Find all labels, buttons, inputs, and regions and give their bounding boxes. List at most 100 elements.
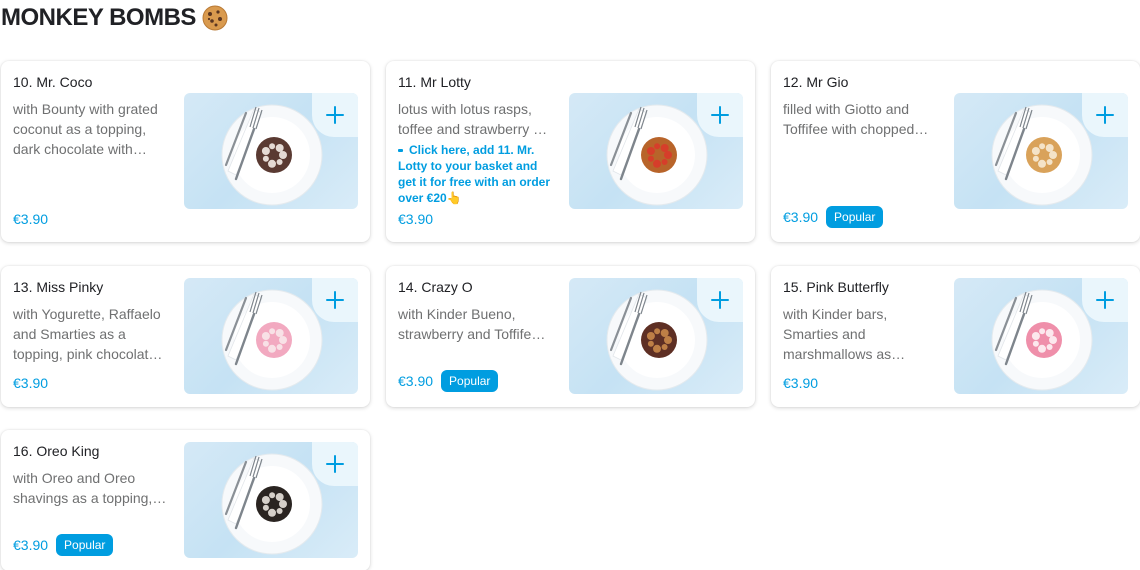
item-name: 10. Mr. Coco bbox=[13, 74, 93, 90]
topping-shape bbox=[262, 504, 269, 511]
topping-shape bbox=[261, 147, 270, 155]
topping-shape bbox=[276, 344, 283, 350]
add-to-basket-button[interactable] bbox=[697, 93, 743, 137]
topping-shape bbox=[261, 332, 270, 340]
item-image bbox=[954, 93, 1128, 209]
topping-shape bbox=[279, 151, 287, 159]
price-row: €3.90 bbox=[13, 375, 48, 391]
topping-shape bbox=[646, 332, 655, 340]
item-description: lotus with lotus rasps, toffee and straw… bbox=[398, 101, 548, 137]
topping-shape bbox=[1046, 344, 1053, 350]
item-description: filled with Giotto and Toffifee with cho… bbox=[783, 101, 929, 137]
topping-shape bbox=[268, 159, 276, 168]
topping-shape bbox=[1045, 144, 1054, 152]
topping-shape bbox=[269, 492, 276, 499]
item-price: €3.90 bbox=[783, 209, 819, 225]
popular-badge: Popular bbox=[441, 370, 499, 392]
item-description: with Yogurette, Raffaelo and Smarties as… bbox=[13, 306, 163, 362]
item-description: with Oreo and Oreo shavings as a topping… bbox=[13, 470, 167, 506]
item-description: with Kinder Bueno, strawberry and Toffif… bbox=[398, 306, 546, 342]
topping-shape bbox=[269, 328, 276, 335]
item-name: 14. Crazy O bbox=[398, 279, 473, 295]
price-row: €3.90 bbox=[398, 211, 433, 227]
item-price: €3.90 bbox=[13, 375, 49, 391]
menu-item-card[interactable]: 16. Oreo King with Oreo and Oreo shaving… bbox=[1, 430, 370, 570]
popular-badge: Popular bbox=[826, 206, 884, 228]
topping-shape bbox=[275, 493, 284, 501]
item-price: €3.90 bbox=[783, 375, 819, 391]
topping-shape bbox=[1032, 155, 1039, 162]
price-row: €3.90 bbox=[783, 375, 818, 391]
promo-link[interactable]: Click here, add 11. Mr. Lotty to your ba… bbox=[398, 142, 558, 206]
item-price: €3.90 bbox=[13, 537, 49, 553]
section-title-text: MONKEY BOMBS bbox=[1, 4, 196, 31]
menu-item-card[interactable]: 10. Mr. Coco with Bounty with grated coc… bbox=[1, 61, 370, 242]
topping-shape bbox=[1038, 159, 1046, 168]
price-row: €3.90 Popular bbox=[783, 206, 884, 228]
topping-shape bbox=[654, 328, 661, 335]
topping-shape bbox=[1031, 332, 1040, 340]
topping-shape bbox=[276, 159, 283, 165]
topping-shape bbox=[269, 143, 276, 150]
topping-shape bbox=[1032, 340, 1039, 347]
menu-item-card[interactable]: 13. Miss Pinky with Yogurette, Raffaelo … bbox=[1, 266, 370, 407]
item-image bbox=[569, 278, 743, 394]
topping-shape bbox=[664, 151, 672, 159]
item-name: 16. Oreo King bbox=[13, 443, 100, 459]
topping-shape bbox=[268, 344, 276, 353]
item-name: 15. Pink Butterfly bbox=[783, 279, 889, 295]
popular-badge: Popular bbox=[56, 534, 114, 556]
plus-icon bbox=[326, 106, 344, 124]
topping-shape bbox=[275, 144, 284, 152]
topping-shape bbox=[647, 340, 654, 347]
topping-shape bbox=[660, 329, 669, 337]
menu-item-card[interactable]: 15. Pink Butterfly with Kinder bars, Sma… bbox=[771, 266, 1140, 407]
item-image bbox=[184, 278, 358, 394]
topping-shape bbox=[279, 336, 287, 344]
plus-icon bbox=[326, 455, 344, 473]
topping-shape bbox=[653, 344, 661, 353]
topping-shape bbox=[647, 155, 654, 162]
add-to-basket-button[interactable] bbox=[312, 278, 358, 322]
price-row: €3.90 bbox=[13, 211, 48, 227]
topping-shape bbox=[275, 329, 284, 337]
promo-text: Click here, add 11. Mr. Lotty to your ba… bbox=[398, 143, 551, 205]
menu-item-card[interactable]: 11. Mr Lotty lotus with lotus rasps, tof… bbox=[386, 61, 755, 242]
item-price: €3.90 bbox=[398, 211, 434, 227]
plus-icon bbox=[711, 291, 729, 309]
topping-shape bbox=[1039, 328, 1046, 335]
plus-icon bbox=[326, 291, 344, 309]
topping-shape bbox=[261, 496, 270, 504]
item-image bbox=[569, 93, 743, 209]
topping-shape bbox=[262, 340, 269, 347]
topping-shape bbox=[1045, 329, 1054, 337]
topping-shape bbox=[276, 508, 283, 514]
add-to-basket-button[interactable] bbox=[312, 93, 358, 137]
add-to-basket-button[interactable] bbox=[1082, 278, 1128, 322]
topping-shape bbox=[646, 147, 655, 155]
item-image bbox=[954, 278, 1128, 394]
price-row: €3.90 Popular bbox=[398, 370, 499, 392]
menu-item-card[interactable]: 14. Crazy O with Kinder Bueno, strawberr… bbox=[386, 266, 755, 407]
item-description: with Kinder bars, Smarties and marshmall… bbox=[783, 306, 906, 362]
topping-shape bbox=[1046, 159, 1053, 165]
topping-shape bbox=[268, 508, 276, 517]
promo-dot-icon bbox=[398, 149, 403, 153]
item-image bbox=[184, 442, 358, 558]
add-to-basket-button[interactable] bbox=[1082, 93, 1128, 137]
menu-item-card[interactable]: 12. Mr Gio filled with Giotto and Toffif… bbox=[771, 61, 1140, 242]
plus-icon bbox=[711, 106, 729, 124]
item-name: 12. Mr Gio bbox=[783, 74, 849, 90]
topping-shape bbox=[1049, 336, 1057, 344]
topping-shape bbox=[660, 144, 669, 152]
add-to-basket-button[interactable] bbox=[697, 278, 743, 322]
item-name: 11. Mr Lotty bbox=[398, 74, 471, 90]
topping-shape bbox=[1039, 143, 1046, 150]
item-image bbox=[184, 93, 358, 209]
add-to-basket-button[interactable] bbox=[312, 442, 358, 486]
topping-shape bbox=[1038, 344, 1046, 353]
topping-shape bbox=[262, 155, 269, 162]
topping-shape bbox=[1049, 151, 1057, 159]
topping-shape bbox=[661, 344, 668, 350]
topping-shape bbox=[1031, 147, 1040, 155]
